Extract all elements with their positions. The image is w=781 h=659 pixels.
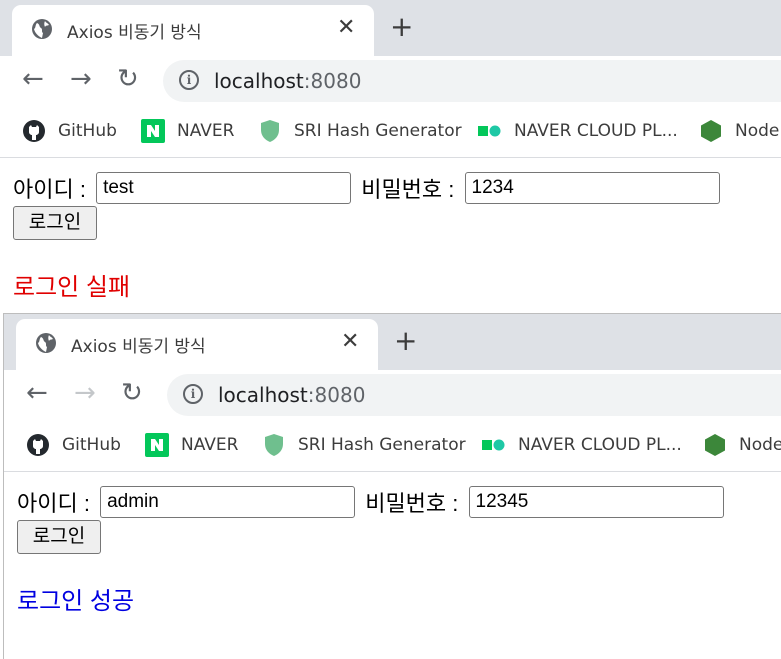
login-form-row: 아이디 : test 비밀번호 : 1234 <box>13 172 724 204</box>
id-label: 아이디 : <box>17 491 90 516</box>
login-form-row: 아이디 : admin 비밀번호 : 12345 <box>17 486 728 518</box>
bookmarks-bar: GitHub NAVER SRI Hash Generator NAVER CL… <box>4 421 781 472</box>
login-button[interactable]: 로그인 <box>13 206 97 240</box>
login-result-message: 로그인 성공 <box>17 588 135 615</box>
login-button[interactable]: 로그인 <box>17 520 101 554</box>
info-icon[interactable]: i <box>179 70 199 90</box>
forward-arrow-icon[interactable]: → <box>70 64 92 94</box>
close-icon[interactable]: ✕ <box>337 15 355 41</box>
github-icon <box>27 434 49 456</box>
reload-icon[interactable]: ↻ <box>121 378 143 408</box>
plus-icon[interactable]: + <box>394 326 417 356</box>
nodejs-icon <box>705 434 725 456</box>
bookmark-github[interactable]: GitHub <box>22 119 117 143</box>
page-content: 아이디 : admin 비밀번호 : 12345 로그인 로그인 성공 <box>4 472 781 659</box>
naver-icon <box>141 119 165 143</box>
naver-cloud-icon <box>478 125 501 137</box>
bookmark-github[interactable]: GitHub <box>26 433 121 457</box>
tab-strip: Axios 비동기 방식 ✕ + <box>0 0 781 56</box>
bookmark-sri-hash[interactable]: SRI Hash Generator <box>262 433 466 457</box>
password-label: 비밀번호 : <box>361 177 455 202</box>
browser-tab[interactable]: Axios 비동기 방식 ✕ <box>16 319 378 370</box>
page-content: 아이디 : test 비밀번호 : 1234 로그인 로그인 실패 <box>0 158 781 312</box>
github-icon <box>23 120 45 142</box>
back-arrow-icon[interactable]: ← <box>26 378 48 408</box>
toolbar: ← → ↻ i localhost:8080 <box>0 56 781 107</box>
shield-icon <box>261 120 279 142</box>
address-text: localhost:8080 <box>214 69 362 93</box>
bookmark-naver-cloud[interactable]: NAVER CLOUD PL... <box>482 433 682 457</box>
globe-icon <box>32 19 52 39</box>
bookmark-naver[interactable]: NAVER <box>145 433 238 457</box>
bookmark-node[interactable]: Node <box>699 119 779 143</box>
globe-icon <box>36 333 56 353</box>
close-icon[interactable]: ✕ <box>341 329 359 355</box>
address-bar[interactable]: i localhost:8080 <box>167 374 781 416</box>
browser-window-1: Axios 비동기 방식 ✕ + ← → ↻ i localhost:8080 … <box>0 0 781 312</box>
id-label: 아이디 : <box>13 177 86 202</box>
address-text: localhost:8080 <box>218 383 366 407</box>
login-result-message: 로그인 실패 <box>13 274 131 301</box>
browser-window-2: Axios 비동기 방식 ✕ + ← → ↻ i localhost:8080 … <box>3 313 781 659</box>
bookmark-sri-hash[interactable]: SRI Hash Generator <box>258 119 462 143</box>
info-icon[interactable]: i <box>183 384 203 404</box>
tab-title: Axios 비동기 방식 <box>71 337 206 357</box>
plus-icon[interactable]: + <box>390 12 413 42</box>
bookmark-naver-cloud[interactable]: NAVER CLOUD PL... <box>478 119 678 143</box>
bookmark-naver[interactable]: NAVER <box>141 119 234 143</box>
password-input[interactable]: 1234 <box>464 172 720 204</box>
address-bar[interactable]: i localhost:8080 <box>163 60 781 102</box>
tab-title: Axios 비동기 방식 <box>67 23 202 43</box>
nodejs-icon <box>701 120 721 142</box>
password-input[interactable]: 12345 <box>468 486 724 518</box>
naver-cloud-icon <box>482 439 505 451</box>
id-input[interactable]: test <box>96 172 352 204</box>
reload-icon[interactable]: ↻ <box>117 64 139 94</box>
forward-arrow-icon: → <box>74 378 96 408</box>
bookmarks-bar: GitHub NAVER SRI Hash Generator NAVER CL… <box>0 107 781 158</box>
naver-icon <box>145 433 169 457</box>
password-label: 비밀번호 : <box>365 491 459 516</box>
toolbar: ← → ↻ i localhost:8080 <box>4 370 781 421</box>
shield-icon <box>265 434 283 456</box>
bookmark-node[interactable]: Node <box>703 433 781 457</box>
id-input[interactable]: admin <box>100 486 356 518</box>
back-arrow-icon[interactable]: ← <box>22 64 44 94</box>
browser-tab[interactable]: Axios 비동기 방식 ✕ <box>12 5 374 56</box>
tab-strip: Axios 비동기 방식 ✕ + <box>4 314 781 370</box>
